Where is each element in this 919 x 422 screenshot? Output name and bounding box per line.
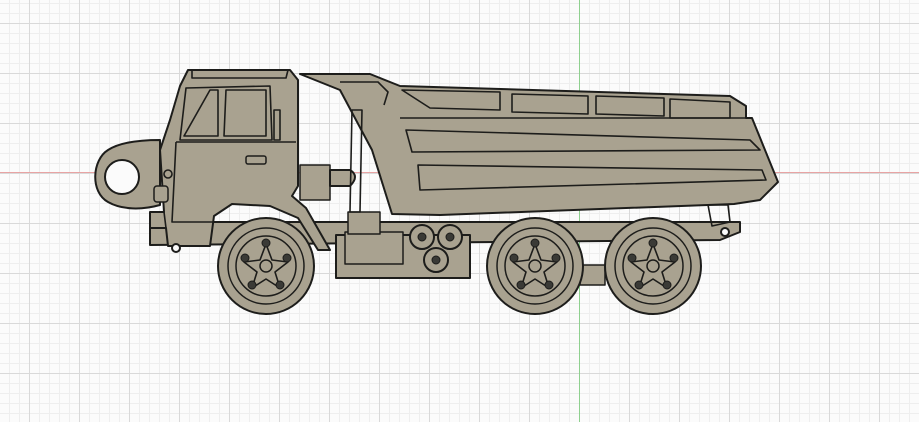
rear-wheel <box>604 217 702 315</box>
dump-truck-model[interactable] <box>0 0 919 422</box>
keyring-hole-icon <box>94 139 161 210</box>
middle-wheel <box>486 217 584 315</box>
front-wheel <box>217 217 315 315</box>
design-canvas[interactable] <box>0 0 919 422</box>
